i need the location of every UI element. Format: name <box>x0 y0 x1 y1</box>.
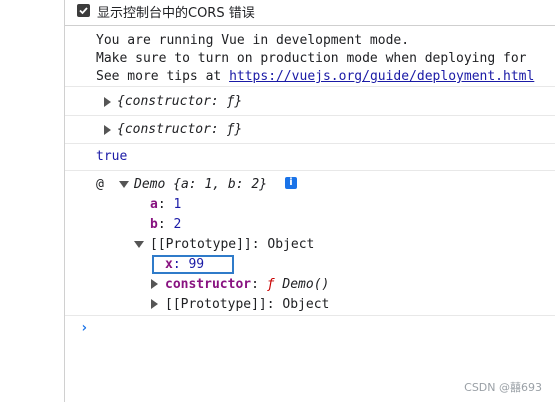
boolean-output: true <box>96 149 128 164</box>
vue-message-tips-prefix: See more tips at <box>96 69 230 84</box>
watermark: CSDN @囍693 <box>464 381 542 394</box>
property-a: a: 1 <box>150 197 181 212</box>
vue-message-line-2: Make sure to turn on production mode whe… <box>96 51 527 66</box>
prototype-label: [[Prototype]] <box>165 297 267 312</box>
caret-down-icon[interactable] <box>119 181 129 188</box>
caret-right-icon[interactable] <box>104 97 111 107</box>
constructor-row[interactable]: constructor: ƒ Demo() <box>165 277 329 292</box>
property-x: x: 99 <box>165 257 204 272</box>
log-entry-text: {constructor: ƒ} <box>117 94 243 109</box>
constructor-value: Demo() <box>274 277 330 292</box>
prototype-row[interactable]: [[Prototype]]: Object <box>150 237 314 252</box>
log-entry[interactable]: {constructor: ƒ} <box>65 88 555 116</box>
prototype-label: [[Prototype]] <box>150 237 252 252</box>
property-b: b: 2 <box>150 217 181 232</box>
property-value: 2 <box>173 217 182 232</box>
left-gutter <box>0 0 65 402</box>
property-colon: : <box>157 197 174 212</box>
property-colon: : <box>251 277 267 292</box>
function-symbol: ƒ <box>266 277 275 292</box>
caret-right-icon[interactable] <box>151 279 158 289</box>
property-key: b <box>150 217 158 232</box>
checkmark-icon <box>79 7 88 15</box>
prototype-value: : Object <box>251 237 315 252</box>
vue-deployment-link[interactable]: https://vuejs.org/guide/deployment.html <box>229 69 534 84</box>
property-colon: : <box>157 217 174 232</box>
log-entry[interactable]: {constructor: ƒ} <box>65 116 555 144</box>
property-value: 1 <box>173 197 182 212</box>
caret-down-icon[interactable] <box>134 241 144 248</box>
vue-dev-message: You are running Vue in development mode.… <box>65 28 555 87</box>
cors-errors-checkbox[interactable] <box>77 4 90 17</box>
chevron-right-icon: › <box>80 320 89 336</box>
console-prompt-row[interactable]: › <box>65 316 555 340</box>
demo-object-entry: @ Demo {a: 1, b: 2} i a: 1 b: 2 [[Protot… <box>65 171 555 316</box>
demo-object-summary[interactable]: Demo {a: 1, b: 2} <box>134 177 267 192</box>
prototype-value: : Object <box>266 297 330 312</box>
property-value: : 99 <box>172 257 205 272</box>
caret-right-icon[interactable] <box>104 125 111 135</box>
boolean-output-row: true <box>65 145 555 171</box>
info-icon[interactable]: i <box>285 177 297 189</box>
console-panel: 显示控制台中的CORS 错误 You are running Vue in de… <box>65 0 555 402</box>
vue-message-line-1: You are running Vue in development mode. <box>96 33 410 48</box>
property-key: constructor <box>165 277 252 292</box>
log-entry-text: {constructor: ƒ} <box>117 122 243 137</box>
cors-errors-label[interactable]: 显示控制台中的CORS 错误 <box>97 2 255 21</box>
vue-message-line-3: See more tips at https://vuejs.org/guide… <box>96 68 534 86</box>
property-key: a <box>150 197 158 212</box>
cors-settings-row: 显示控制台中的CORS 错误 <box>65 0 555 26</box>
caret-right-icon[interactable] <box>151 299 158 309</box>
property-key: x <box>165 257 173 272</box>
at-sign: @ <box>96 177 104 192</box>
inner-prototype-row[interactable]: [[Prototype]]: Object <box>165 297 329 312</box>
